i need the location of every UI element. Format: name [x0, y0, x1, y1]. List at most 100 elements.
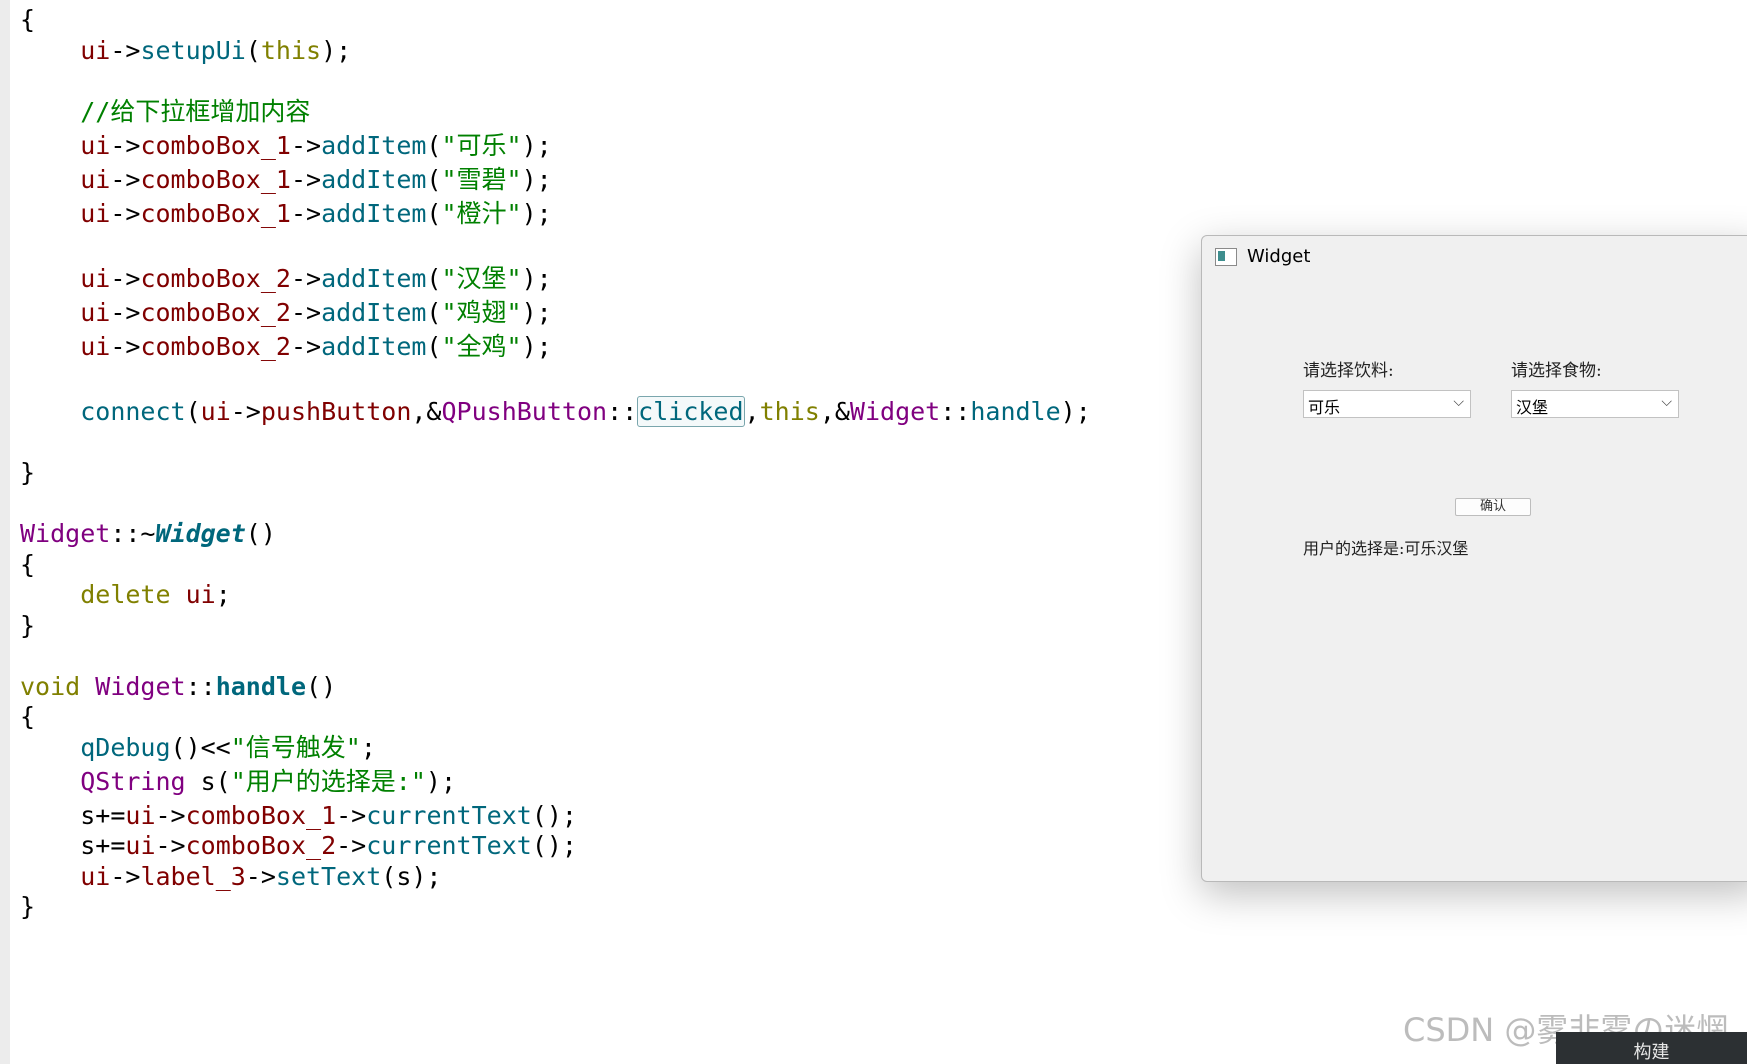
code-token: comboBox_1 [185, 801, 337, 830]
code-token: { [20, 702, 36, 731]
code-token: addItem [321, 165, 427, 194]
window-app-icon [1215, 248, 1237, 266]
code-token: -> [336, 831, 367, 860]
widget-window[interactable]: Widget 请选择饮料: 请选择食物: 可乐 ⌵ 汉堡 ⌵ 确认 用户的选择是… [1201, 235, 1747, 882]
code-string: "橙汁" [441, 199, 522, 228]
drink-combobox-value: 可乐 [1308, 398, 1341, 417]
code-token: ( [426, 165, 442, 194]
code-token: ui [80, 199, 111, 228]
code-line: { [20, 700, 35, 734]
code-token: -> [290, 199, 322, 228]
code-token: ); [425, 767, 456, 796]
code-token: } [20, 458, 36, 487]
build-label: 构建 [1633, 1042, 1670, 1063]
code-token: ); [1060, 397, 1091, 426]
code-token: ); [521, 199, 552, 228]
code-token: ( [426, 332, 442, 361]
code-token: ui [80, 131, 111, 160]
code-token: ); [521, 264, 552, 293]
code-token: s( [185, 767, 231, 796]
code-token: ( [185, 397, 201, 426]
highlighted-token-clicked[interactable]: clicked [637, 396, 745, 427]
code-string: "全鸡" [441, 332, 522, 361]
food-label: 请选择食物: [1511, 361, 1602, 381]
code-token: -> [290, 332, 322, 361]
code-line: delete ui; [20, 578, 231, 612]
code-token: -> [290, 165, 322, 194]
code-line: s+=ui->comboBox_2->currentText(); [20, 829, 577, 863]
code-token: QString [80, 767, 186, 796]
code-token: comboBox_2 [140, 264, 291, 293]
code-token: ( [426, 264, 442, 293]
code-token: ui [200, 397, 231, 426]
code-token: -> [245, 862, 276, 891]
code-token: { [20, 550, 36, 579]
code-token: } [20, 892, 36, 921]
code-token: ( [245, 36, 261, 65]
code-token: comboBox_1 [140, 165, 291, 194]
code-token: } [20, 611, 36, 640]
code-token: ui [80, 862, 111, 891]
result-label: 用户的选择是:可乐汉堡 [1303, 539, 1469, 558]
food-combobox[interactable]: 汉堡 ⌵ [1511, 390, 1679, 418]
code-token: ; [360, 733, 376, 762]
code-token: addItem [321, 298, 427, 327]
code-token: ( [426, 131, 442, 160]
confirm-button[interactable]: 确认 [1455, 498, 1531, 516]
code-token: :: [607, 397, 638, 426]
code-line: ui->comboBox_1->addItem("雪碧"); [20, 163, 551, 197]
code-line: Widget::~Widget() [20, 517, 276, 551]
code-token: ::~ [110, 519, 156, 548]
code-line: } [20, 609, 35, 643]
code-token: qDebug [80, 733, 171, 762]
code-token: ; [215, 580, 231, 609]
chevron-down-icon: ⌵ [1453, 394, 1464, 410]
code-token: currentText [366, 801, 532, 830]
code-token: this [260, 36, 322, 65]
food-combobox-value: 汉堡 [1516, 398, 1549, 417]
code-token: -> [336, 801, 367, 830]
code-token: handle [970, 397, 1061, 426]
code-token: ); [521, 131, 552, 160]
code-token: ,& [411, 397, 442, 426]
code-line: s+=ui->comboBox_1->currentText(); [20, 799, 577, 833]
code-token: (s); [381, 862, 442, 891]
code-token: -> [110, 199, 141, 228]
code-token: () [306, 672, 337, 701]
code-token: += [95, 831, 126, 860]
code-token: { [20, 5, 36, 34]
window-titlebar[interactable]: Widget [1202, 236, 1747, 278]
code-token: -> [110, 298, 141, 327]
code-string: "用户的选择是:" [230, 767, 426, 796]
drink-combobox[interactable]: 可乐 ⌵ [1303, 390, 1471, 418]
code-line: QString s("用户的选择是:"); [20, 765, 456, 799]
code-token: comboBox_1 [140, 131, 291, 160]
code-line: ui->label_3->setText(s); [20, 860, 441, 894]
code-token: -> [290, 264, 322, 293]
code-token: Widget [849, 397, 941, 426]
code-token: -> [110, 36, 141, 65]
drink-label: 请选择饮料: [1303, 361, 1394, 381]
code-token: ui [185, 580, 216, 609]
code-token: , [744, 397, 760, 426]
code-string: "雪碧" [441, 165, 522, 194]
code-token: () [245, 519, 276, 548]
code-token: :: [940, 397, 971, 426]
code-token: ui [80, 165, 111, 194]
code-token: += [95, 801, 126, 830]
code-line: } [20, 890, 35, 924]
code-token: -> [290, 298, 322, 327]
code-token: addItem [321, 199, 427, 228]
code-token: ui [125, 831, 156, 860]
code-token: -> [155, 831, 186, 860]
code-token: s [80, 801, 96, 830]
build-panel-tab[interactable]: 构建 [1556, 1032, 1747, 1064]
code-token: ( [426, 199, 442, 228]
code-token: addItem [321, 264, 427, 293]
chevron-down-icon: ⌵ [1661, 394, 1672, 410]
code-token: comboBox_2 [140, 298, 291, 327]
code-line: } [20, 456, 35, 490]
code-token: (); [531, 831, 577, 860]
code-token: ()<< [170, 733, 231, 762]
code-token: handle [215, 672, 307, 701]
